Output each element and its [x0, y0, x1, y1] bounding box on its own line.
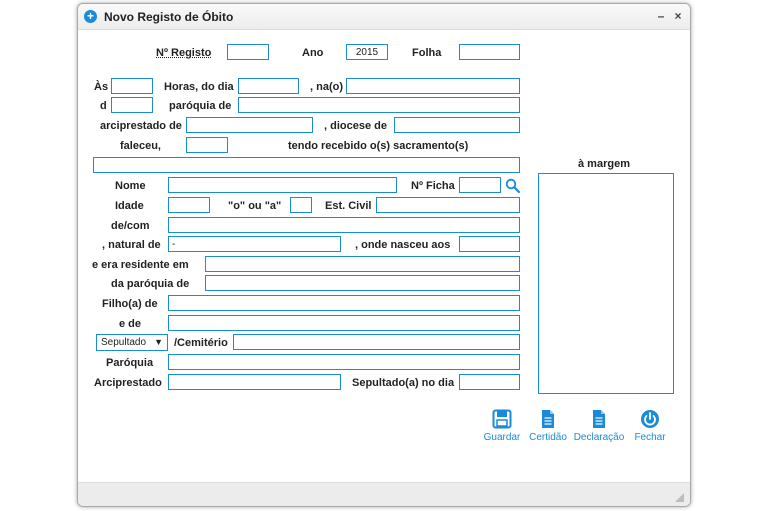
- resize-grip-icon[interactable]: [675, 493, 684, 502]
- horas-input[interactable]: [111, 78, 153, 94]
- local-input[interactable]: [346, 78, 520, 94]
- na-label: , na(o): [310, 81, 343, 93]
- document-icon: [542, 410, 554, 428]
- nr-registo-input[interactable]: [227, 44, 269, 60]
- cemiterio-label: /Cemitério: [174, 337, 228, 349]
- filho-de-input[interactable]: [168, 295, 520, 311]
- o-ou-a-label: "o" ou "a": [228, 200, 282, 212]
- nr-registo-label: Nº Registo: [156, 47, 212, 59]
- declaracao-label: Declaração: [573, 432, 625, 443]
- folha-label: Folha: [412, 47, 442, 59]
- paroquia-de-label: paróquia de: [169, 100, 232, 112]
- paroquia-sepultura-input[interactable]: [168, 354, 520, 370]
- certidao-button[interactable]: Certidão: [526, 409, 570, 443]
- fechar-button[interactable]: Fechar: [628, 409, 672, 443]
- save-icon: [492, 409, 512, 429]
- certidao-label: Certidão: [529, 432, 567, 443]
- search-icon[interactable]: [505, 178, 521, 194]
- horas-do-dia-label: Horas, do dia: [164, 81, 234, 93]
- as-label: Às: [94, 81, 109, 93]
- natural-de-label: , natural de: [102, 239, 161, 251]
- da-paroquia-label: da paróquia de: [111, 278, 190, 290]
- e-de-input[interactable]: [168, 315, 520, 331]
- power-icon: [641, 410, 659, 428]
- dia-input[interactable]: [238, 78, 299, 94]
- nome-input[interactable]: [168, 177, 397, 193]
- idade-label: Idade: [115, 200, 144, 212]
- folha-input[interactable]: [459, 44, 520, 60]
- residente-input[interactable]: [205, 256, 520, 272]
- est-civil-input[interactable]: [376, 197, 520, 213]
- idade-input[interactable]: [168, 197, 210, 213]
- a-margem-textarea[interactable]: [538, 173, 674, 394]
- sepultado-select-value: Sepultado: [101, 337, 147, 348]
- guardar-button[interactable]: Guardar: [479, 409, 525, 443]
- tendo-recebido-label: tendo recebido o(s) sacramento(s): [288, 140, 469, 152]
- paroquia-input[interactable]: [238, 97, 520, 113]
- faleceu-input[interactable]: [186, 137, 228, 153]
- add-icon: +: [84, 10, 97, 23]
- e-de-label: e de: [119, 318, 142, 330]
- document-icon: [593, 410, 605, 428]
- de-com-input[interactable]: [168, 217, 520, 233]
- sepultado-no-dia-input[interactable]: [459, 374, 520, 390]
- chevron-down-icon: ▼: [154, 337, 163, 347]
- arciprestado-sepultura-input[interactable]: [168, 374, 341, 390]
- sepultado-no-dia-label: Sepultado(a) no dia: [352, 377, 455, 389]
- d-label: d: [100, 100, 107, 112]
- arciprestado-label: Arciprestado: [94, 377, 162, 389]
- de-com-label: de/com: [111, 220, 150, 232]
- ano-label: Ano: [302, 47, 324, 59]
- close-button[interactable]: ×: [671, 9, 685, 23]
- natural-de-input[interactable]: [168, 236, 341, 252]
- status-bar: [78, 482, 690, 506]
- dialog-window: + Novo Registo de Óbito – × Nº Registo A…: [77, 3, 691, 507]
- onde-nasceu-input[interactable]: [459, 236, 520, 252]
- minimize-button[interactable]: –: [654, 9, 668, 23]
- era-residente-label: e era residente em: [92, 259, 189, 271]
- est-civil-label: Est. Civil: [325, 200, 372, 212]
- declaracao-button[interactable]: Declaração: [572, 409, 626, 443]
- faleceu-label: faleceu,: [120, 140, 161, 152]
- title-bar[interactable]: + Novo Registo de Óbito – ×: [78, 4, 690, 30]
- nome-label: Nome: [115, 180, 146, 192]
- a-margem-label: à margem: [578, 158, 630, 170]
- diocese-input[interactable]: [394, 117, 520, 133]
- guardar-label: Guardar: [483, 432, 521, 443]
- da-paroquia-input[interactable]: [205, 275, 520, 291]
- filho-de-label: Filho(a) de: [102, 298, 158, 310]
- diocese-de-label: , diocese de: [324, 120, 387, 132]
- d-input[interactable]: [111, 97, 153, 113]
- paroquia-label: Paróquia: [106, 357, 154, 369]
- sepultado-select[interactable]: Sepultado ▼: [96, 334, 168, 351]
- o-ou-a-input[interactable]: [290, 197, 312, 213]
- onde-nasceu-label: , onde nasceu aos: [355, 239, 451, 251]
- fechar-label: Fechar: [634, 432, 666, 443]
- window-title: Novo Registo de Óbito: [104, 10, 234, 24]
- ano-input[interactable]: [346, 44, 388, 60]
- arciprestado-input[interactable]: [186, 117, 313, 133]
- nr-ficha-input[interactable]: [459, 177, 501, 193]
- cemiterio-input[interactable]: [233, 334, 520, 350]
- nr-ficha-label: Nº Ficha: [411, 180, 455, 192]
- arciprestado-de-label: arciprestado de: [100, 120, 182, 132]
- sacramentos-input[interactable]: [93, 157, 520, 173]
